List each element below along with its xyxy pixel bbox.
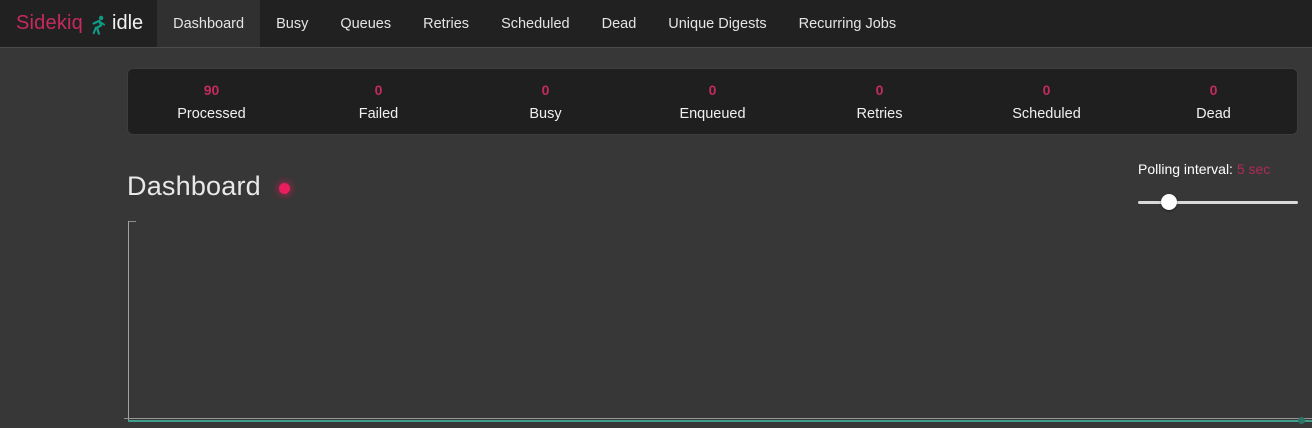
- chart-y-axis-top-tick: [128, 221, 136, 222]
- stat-processed-label: Processed: [128, 106, 295, 123]
- stat-enqueued-label: Enqueued: [629, 106, 796, 123]
- stat-processed-value: 90: [128, 82, 295, 99]
- nav-item-retries[interactable]: Retries: [407, 0, 485, 47]
- chart-y-axis-line: [128, 221, 129, 422]
- stat-retries-value: 0: [796, 82, 963, 99]
- polling-text: Polling interval: 5 sec: [1138, 161, 1298, 177]
- slider-thumb-handle[interactable]: [1161, 194, 1177, 210]
- stat-dead[interactable]: 0 Dead: [1130, 80, 1297, 123]
- stat-enqueued-value: 0: [629, 82, 796, 99]
- stat-failed[interactable]: 0 Failed: [295, 80, 462, 123]
- stat-retries[interactable]: 0 Retries: [796, 80, 963, 123]
- brand-link[interactable]: Sidekiq idle: [0, 0, 151, 47]
- nav-item-busy[interactable]: Busy: [260, 0, 324, 47]
- nav-item-queues[interactable]: Queues: [324, 0, 407, 47]
- chart-x-axis-line: [128, 418, 1312, 419]
- nav-item-recurring-jobs[interactable]: Recurring Jobs: [783, 0, 913, 47]
- page-title: Dashboard: [127, 171, 261, 202]
- nav-items: Dashboard Busy Queues Retries Scheduled …: [157, 0, 912, 47]
- nav-item-dead[interactable]: Dead: [586, 0, 653, 47]
- sidekiq-status-label: idle: [112, 12, 143, 35]
- polling-control: Polling interval: 5 sec: [1138, 161, 1298, 210]
- polling-interval-slider[interactable]: [1138, 194, 1298, 210]
- brand-text: Sidekiq: [16, 12, 83, 35]
- sidekiq-dancer-icon: [91, 15, 106, 35]
- stat-scheduled-value: 0: [963, 82, 1130, 99]
- polling-interval-value-link[interactable]: 5 sec: [1237, 161, 1270, 177]
- stat-failed-value: 0: [295, 82, 462, 99]
- stat-busy-value: 0: [462, 82, 629, 99]
- stat-enqueued[interactable]: 0 Enqueued: [629, 80, 796, 123]
- live-beacon-dot: [279, 183, 290, 194]
- stat-scheduled[interactable]: 0 Scheduled: [963, 80, 1130, 123]
- stat-scheduled-label: Scheduled: [963, 106, 1130, 123]
- nav-item-scheduled[interactable]: Scheduled: [485, 0, 586, 47]
- polling-interval-label: Polling interval:: [1138, 161, 1233, 177]
- chart-series-endpoint-dot: [1298, 417, 1305, 424]
- nav-item-unique-digests[interactable]: Unique Digests: [652, 0, 782, 47]
- realtime-chart: [128, 221, 1312, 422]
- stat-processed[interactable]: 90 Processed: [128, 80, 295, 123]
- stat-retries-label: Retries: [796, 106, 963, 123]
- stats-summary-bar: 90 Processed 0 Failed 0 Busy 0 Enqueued …: [127, 68, 1298, 135]
- page-heading: Dashboard: [127, 171, 290, 202]
- stat-dead-label: Dead: [1130, 106, 1297, 123]
- nav-item-dashboard[interactable]: Dashboard: [157, 0, 260, 47]
- chart-series-line-zero: [128, 420, 1312, 422]
- stat-busy[interactable]: 0 Busy: [462, 80, 629, 123]
- navbar: Sidekiq idle Dashboard Busy Queues Retri…: [0, 0, 1312, 48]
- stat-busy-label: Busy: [462, 106, 629, 123]
- stat-failed-label: Failed: [295, 106, 462, 123]
- stat-dead-value: 0: [1130, 82, 1297, 99]
